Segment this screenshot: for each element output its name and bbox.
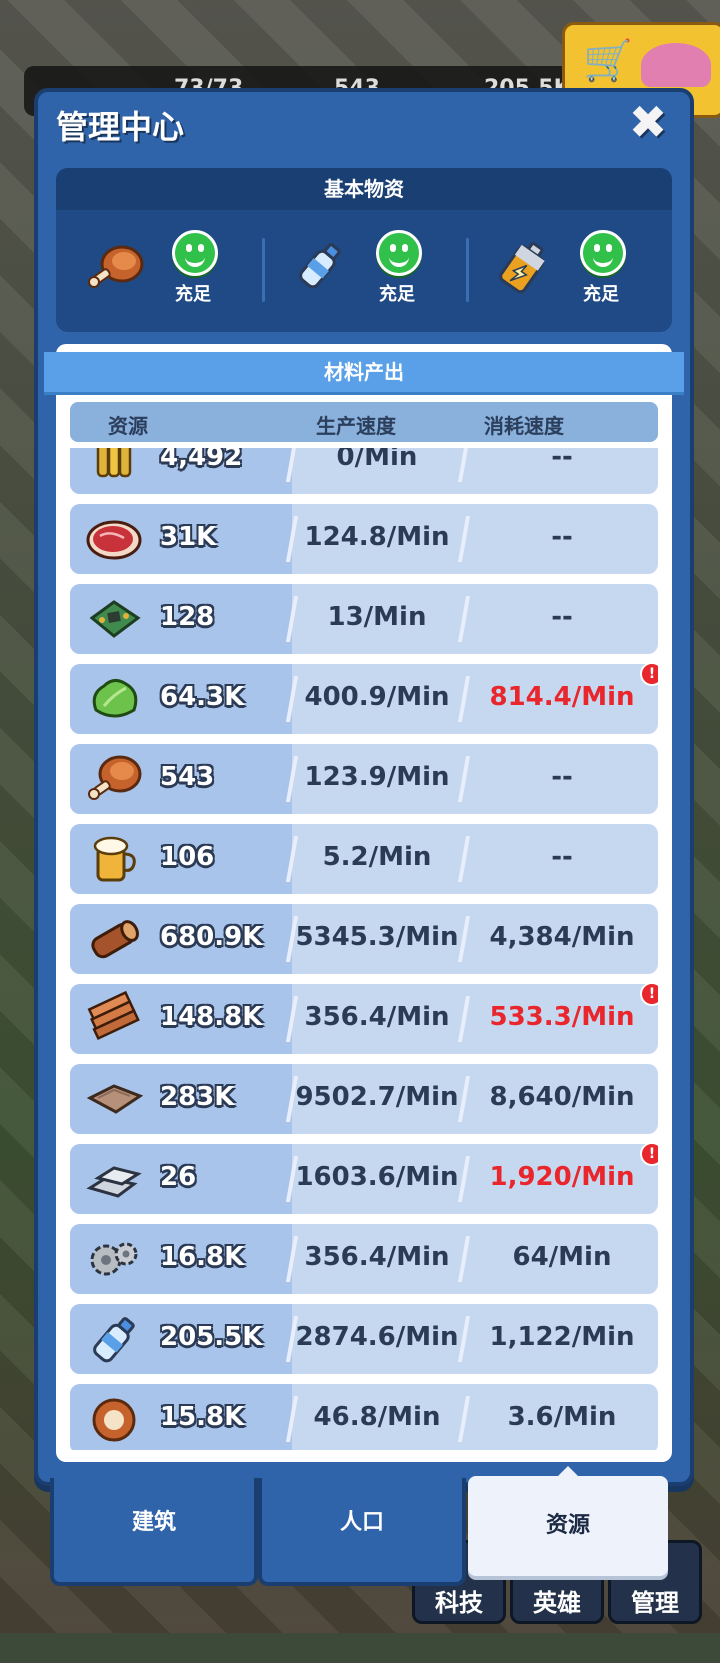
mushroom-icon <box>641 43 711 87</box>
material-qty: 283K <box>160 1082 235 1112</box>
material-production: 356.4/Min <box>304 1242 450 1272</box>
happy-face-icon <box>580 230 626 276</box>
material-row[interactable]: 543 123.9/Min -- <box>70 744 658 814</box>
material-row[interactable]: 106 5.2/Min -- <box>70 824 658 894</box>
beer-mug-icon <box>93 836 136 882</box>
close-icon[interactable]: ✖ <box>626 99 670 145</box>
material-qty: 64.3K <box>160 682 245 712</box>
material-consumption: -- <box>551 842 573 872</box>
material-qty: 4,492 <box>160 448 243 472</box>
lettuce-icon <box>92 679 138 718</box>
panel-title: 管理中心 <box>56 108 185 146</box>
material-consumption: -- <box>551 762 573 792</box>
ham-leg-icon <box>88 755 142 800</box>
water-bottle-icon <box>93 1317 135 1363</box>
water-bottle-icon <box>299 243 341 289</box>
materials-list[interactable]: 4,492 0/Min -- 31K 124.8/Min -- 128 13/M… <box>70 448 658 1450</box>
material-qty: 31K <box>160 522 217 552</box>
food-status: 充足 <box>175 284 211 305</box>
material-qty: 16.8K <box>160 1242 245 1272</box>
alert-icon: ! <box>640 982 658 1006</box>
basic-supplies-title: 基本物资 <box>56 168 672 210</box>
divider <box>466 238 469 302</box>
alert-icon: ! <box>640 1142 658 1166</box>
sausage-icon <box>92 1398 136 1442</box>
material-qty: 106 <box>160 842 215 872</box>
material-production: 400.9/Min <box>304 682 450 712</box>
material-production: 0/Min <box>336 448 418 472</box>
materials-column-header: 资源 生产速度 消耗速度 <box>70 402 658 442</box>
material-consumption: 3.6/Min <box>507 1402 617 1432</box>
material-qty: 680.9K <box>160 922 263 952</box>
material-consumption: 1,122/Min <box>489 1322 635 1352</box>
material-production: 13/Min <box>327 602 427 632</box>
material-consumption: -- <box>551 522 573 552</box>
material-consumption: -- <box>551 448 573 472</box>
material-qty: 205.5K <box>160 1322 263 1352</box>
cart-icon: 🛒 <box>583 38 633 84</box>
material-qty: 543 <box>160 762 215 792</box>
material-qty: 128 <box>160 602 215 632</box>
material-production: 46.8/Min <box>313 1402 441 1432</box>
materials-section: 材料产出 资源 生产速度 消耗速度 4,492 0/Min -- 31K 124… <box>44 344 684 1462</box>
material-consumption: 64/Min <box>512 1242 612 1272</box>
material-consumption: 1,920/Min <box>489 1162 635 1192</box>
material-row[interactable]: 680.9K 5345.3/Min 4,384/Min <box>70 904 658 974</box>
materials-title: 材料产出 <box>44 352 684 392</box>
material-production: 9502.7/Min <box>295 1082 459 1112</box>
material-production: 356.4/Min <box>304 1002 450 1032</box>
material-consumption: 533.3/Min <box>489 1002 635 1032</box>
meat-icon <box>88 245 144 288</box>
material-production: 5.2/Min <box>322 842 432 872</box>
material-qty: 148.8K <box>160 1002 263 1032</box>
material-production: 2874.6/Min <box>295 1322 459 1352</box>
basic-item-power[interactable]: 充足 <box>494 230 674 320</box>
material-consumption: -- <box>551 602 573 632</box>
battery-icon <box>499 242 545 294</box>
wood-log-icon <box>91 920 139 959</box>
steel-ingot-icon <box>86 1166 142 1198</box>
basic-item-food[interactable]: 充足 <box>86 230 266 320</box>
tab-population[interactable]: 人口 <box>258 1478 466 1586</box>
happy-face-icon <box>172 230 218 276</box>
happy-face-icon <box>376 230 422 276</box>
circuit-board-icon <box>89 600 141 638</box>
col-consumption: 消耗速度 <box>484 414 564 438</box>
tab-resources[interactable]: 资源 <box>468 1476 668 1576</box>
alert-icon: ! <box>640 662 658 686</box>
material-row[interactable]: 283K 9502.7/Min 8,640/Min <box>70 1064 658 1134</box>
material-qty: 26 <box>160 1162 197 1192</box>
material-row[interactable]: 64.3K 400.9/Min 814.4/Min ! <box>70 662 658 734</box>
col-resource: 资源 <box>108 414 148 438</box>
water-status: 充足 <box>379 284 415 305</box>
material-row[interactable]: 31K 124.8/Min -- <box>70 504 658 574</box>
material-row[interactable]: 16.8K 356.4/Min 64/Min <box>70 1224 658 1294</box>
material-row[interactable]: 148.8K 356.4/Min 533.3/Min ! <box>70 982 658 1054</box>
steak-icon <box>86 520 142 560</box>
management-panel: 管理中心 ✖ 基本物资 充足 充足 充足 材料产出 资源 生产速度 消耗速度 4… <box>34 88 694 1486</box>
material-qty: 15.8K <box>160 1402 245 1432</box>
material-production: 124.8/Min <box>304 522 450 552</box>
divider <box>262 238 265 302</box>
basic-supplies-section: 基本物资 充足 充足 充足 <box>56 168 672 332</box>
material-row[interactable]: 205.5K 2874.6/Min 1,122/Min <box>70 1304 658 1374</box>
planks-icon <box>87 990 140 1041</box>
power-status: 充足 <box>583 284 619 305</box>
material-consumption: 4,384/Min <box>489 922 635 952</box>
gears-icon <box>90 1242 138 1276</box>
bullets-icon <box>96 448 132 478</box>
cloth-icon <box>86 1084 144 1114</box>
material-row[interactable]: 128 13/Min -- <box>70 584 658 654</box>
tab-buildings[interactable]: 建筑 <box>50 1478 258 1586</box>
material-consumption: 8,640/Min <box>489 1082 635 1112</box>
material-row[interactable]: 26 1603.6/Min 1,920/Min ! <box>70 1142 658 1214</box>
material-row[interactable]: 4,492 0/Min -- <box>70 448 658 494</box>
basic-item-water[interactable]: 充足 <box>290 230 470 320</box>
col-production: 生产速度 <box>316 414 396 438</box>
material-production: 1603.6/Min <box>295 1162 459 1192</box>
material-production: 5345.3/Min <box>295 922 459 952</box>
material-row[interactable]: 15.8K 46.8/Min 3.6/Min <box>70 1384 658 1450</box>
material-production: 123.9/Min <box>304 762 450 792</box>
material-consumption: 814.4/Min <box>489 682 635 712</box>
